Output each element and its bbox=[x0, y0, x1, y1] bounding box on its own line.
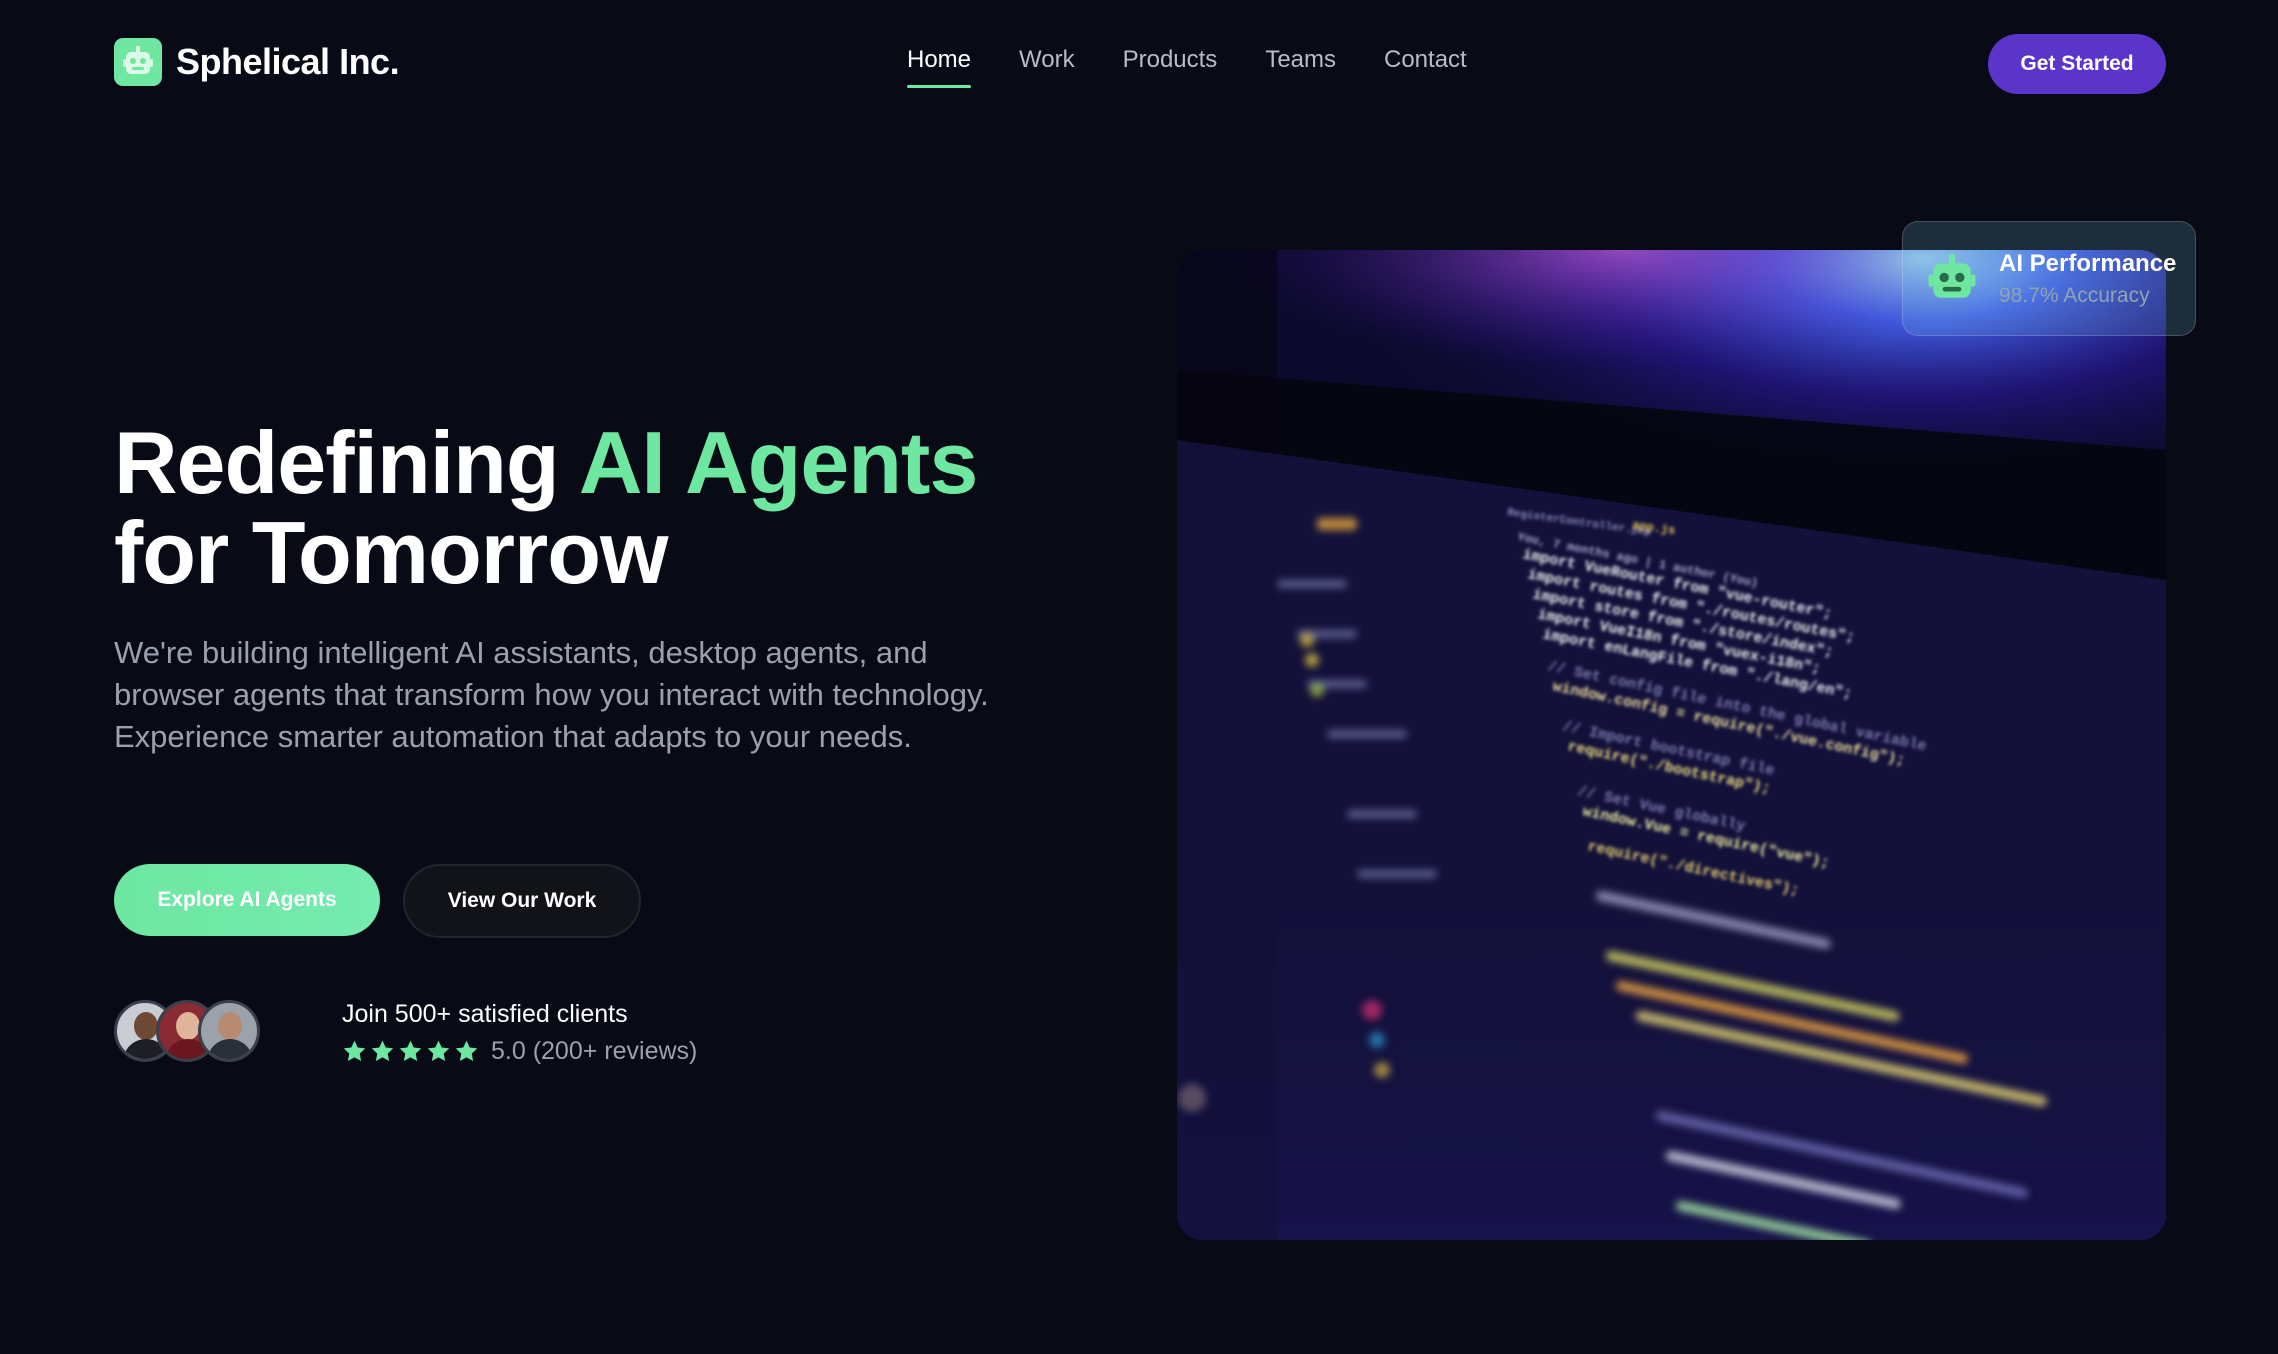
star-icon bbox=[371, 1040, 394, 1061]
code-editor-photo: RegisterController.php app.js You, 7 mon… bbox=[1177, 250, 2166, 1240]
nav-link-products[interactable]: Products bbox=[1123, 46, 1218, 88]
robot-icon bbox=[114, 38, 162, 86]
view-our-work-button[interactable]: View Our Work bbox=[403, 864, 641, 938]
hero-title-part2: for Tomorrow bbox=[114, 503, 668, 602]
ai-performance-card: AI Performance 98.7% Accuracy bbox=[1902, 221, 2196, 336]
social-proof: Join 500+ satisfied clients 5.0 (200+ re… bbox=[114, 1000, 697, 1065]
brand[interactable]: Sphelical Inc. bbox=[114, 38, 400, 86]
explore-ai-agents-button[interactable]: Explore AI Agents bbox=[114, 864, 380, 936]
hero-title-accent: AI Agents bbox=[578, 413, 978, 512]
rating-text: 5.0 (200+ reviews) bbox=[491, 1037, 698, 1065]
brand-name: Sphelical Inc. bbox=[176, 41, 400, 82]
nav-link-home[interactable]: Home bbox=[907, 46, 972, 88]
nav-link-contact[interactable]: Contact bbox=[1384, 46, 1467, 88]
top-navbar: Sphelical Inc. Home Work Products Teams … bbox=[0, 0, 2278, 128]
rating-row: 5.0 (200+ reviews) bbox=[342, 1037, 697, 1066]
clients-text: Join 500+ satisfied clients bbox=[342, 1000, 628, 1028]
hero-image: RegisterController.php app.js You, 7 mon… bbox=[1177, 250, 2166, 1240]
star-icon bbox=[399, 1040, 422, 1061]
hero-title: Redefining AI Agents for Tomorrow bbox=[114, 418, 978, 598]
rating-stars bbox=[342, 1039, 479, 1064]
ai-performance-accuracy: 98.7% Accuracy bbox=[1999, 283, 2150, 307]
star-icon bbox=[343, 1040, 366, 1061]
hero-title-part1: Redefining bbox=[114, 413, 579, 512]
nav-link-teams[interactable]: Teams bbox=[1265, 46, 1336, 88]
nav-link-work[interactable]: Work bbox=[1019, 46, 1075, 88]
star-icon bbox=[455, 1040, 478, 1061]
ai-performance-text: AI Performance 98.7% Accuracy bbox=[1999, 250, 2176, 308]
hero-subtitle: We're building intelligent AI assistants… bbox=[114, 635, 989, 754]
get-started-button[interactable]: Get Started bbox=[1988, 34, 2166, 94]
nav-links: Home Work Products Teams Contact bbox=[907, 46, 1467, 88]
robot-icon bbox=[1928, 253, 1976, 298]
ai-performance-title: AI Performance bbox=[1999, 249, 2177, 277]
social-proof-text: Join 500+ satisfied clients 5.0 (200+ re… bbox=[228, 1000, 697, 1066]
star-icon bbox=[427, 1040, 450, 1061]
